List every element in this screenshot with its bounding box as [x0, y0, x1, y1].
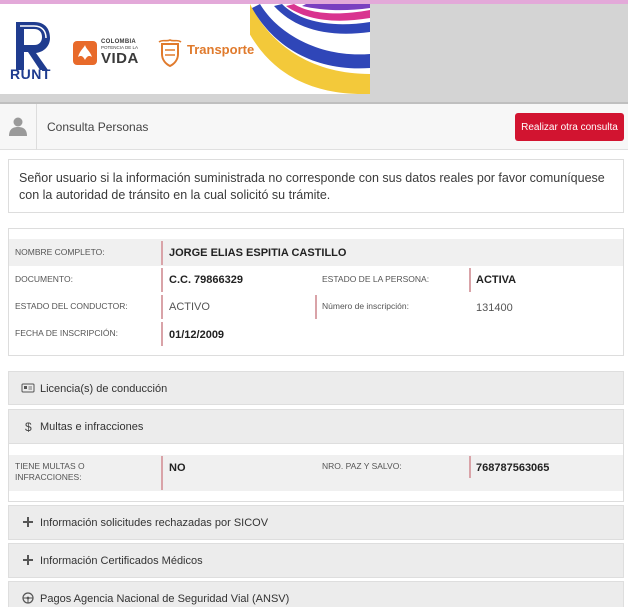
person-status-value: ACTIVA: [476, 274, 517, 286]
label-divider: [161, 295, 163, 319]
ansv-payments-section-header[interactable]: Pagos Agencia Nacional de Seguridad Vial…: [8, 581, 624, 607]
has-fines-label: TIENE MULTAS O INFRACCIONES:: [15, 461, 85, 483]
page-title: Consulta Personas: [47, 120, 149, 134]
registration-number-value: 131400: [476, 302, 513, 314]
notice-text: Señor usuario si la información suminist…: [19, 171, 605, 202]
clearance-number-label: NRO. PAZ Y SALVO:: [322, 461, 402, 471]
sicov-section-header[interactable]: Información solicitudes rechazadas por S…: [8, 505, 624, 540]
header-divider: [36, 104, 37, 150]
label-divider: [161, 322, 163, 346]
fines-section-header[interactable]: $ Multas e infracciones: [8, 409, 624, 444]
has-fines-label-line1: TIENE MULTAS O: [15, 461, 85, 471]
registration-date-label: FECHA DE INSCRIPCIÓN:: [15, 328, 118, 338]
clearance-number-value: 768787563065: [476, 462, 550, 474]
colombia-logo-line3: VIDA: [101, 49, 139, 67]
section-header-bar: Consulta Personas Realizar otra consulta: [0, 102, 628, 150]
fines-section-body: TIENE MULTAS O INFRACCIONES: NO NRO. PAZ…: [8, 444, 624, 502]
licenses-section-label: Licencia(s) de conducción: [40, 383, 168, 395]
colombia-potencia-logo: COLOMBIA POTENCIA DE LA VIDA: [101, 39, 139, 66]
plus-icon: [23, 555, 33, 565]
label-divider: [469, 456, 471, 478]
medical-certificates-section-header[interactable]: Información Certificados Médicos: [8, 543, 624, 578]
ansv-payments-section-label: Pagos Agencia Nacional de Seguridad Vial…: [40, 593, 290, 605]
label-divider: [161, 268, 163, 292]
document-label: DOCUMENTO:: [15, 274, 73, 284]
colombia-flame-icon: [73, 41, 97, 65]
label-divider: [161, 456, 163, 490]
info-notice: Señor usuario si la información suminist…: [8, 159, 624, 213]
has-fines-value: NO: [169, 462, 186, 474]
has-fines-label-line2: INFRACCIONES:: [15, 472, 82, 482]
registration-date-value: 01/12/2009: [169, 329, 225, 341]
ministry-name: Transporte: [187, 42, 255, 57]
licenses-section-header[interactable]: Licencia(s) de conducción: [8, 371, 624, 405]
decorative-ribbons: [250, 4, 370, 94]
person-status-label: ESTADO DE LA PERSONA:: [322, 274, 430, 284]
driver-status-value: ACTIVO: [169, 301, 210, 313]
runt-logo-text: RUNT: [10, 66, 51, 82]
user-icon: [9, 117, 27, 136]
label-divider: [161, 241, 163, 265]
logo-panel: RUNT COLOMBIA POTENCIA DE LA VIDA Transp…: [0, 4, 370, 94]
document-value: C.C. 79866329: [169, 274, 243, 286]
steering-wheel-icon: [22, 592, 34, 604]
dollar-icon: $: [25, 420, 32, 432]
sicov-section-label: Información solicitudes rechazadas por S…: [40, 517, 269, 529]
header-banner: RUNT COLOMBIA POTENCIA DE LA VIDA Transp…: [0, 4, 628, 106]
license-card-icon: [21, 383, 35, 393]
coat-of-arms-icon: [158, 39, 182, 68]
full-name-value: JORGE ELIAS ESPITIA CASTILLO: [169, 247, 347, 259]
driver-status-label: ESTADO DEL CONDUCTOR:: [15, 301, 128, 311]
registration-number-label: Número de inscripción:: [322, 301, 409, 311]
plus-icon: [23, 517, 33, 527]
new-query-button[interactable]: Realizar otra consulta: [515, 113, 624, 141]
medical-certificates-section-label: Información Certificados Médicos: [40, 555, 203, 567]
svg-text:$: $: [25, 420, 32, 432]
fines-section-label: Multas e infracciones: [40, 421, 144, 433]
label-divider: [315, 295, 317, 319]
person-info-card: NOMBRE COMPLETO: JORGE ELIAS ESPITIA CAS…: [8, 228, 624, 356]
full-name-label: NOMBRE COMPLETO:: [15, 247, 105, 257]
label-divider: [469, 268, 471, 292]
